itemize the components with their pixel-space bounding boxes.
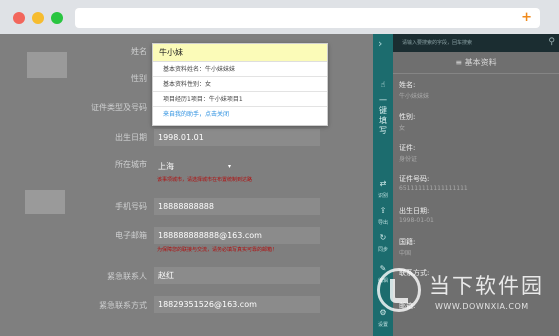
field-label-emergency-contact: 紧急联系人 (107, 272, 147, 281)
pin-icon[interactable]: ⚲ (548, 37, 555, 47)
watermark-url: WWW.DOWNXIA.COM (435, 302, 529, 311)
autofill-option[interactable]: 项目经历1项目：牛小妹项目1 (153, 92, 327, 107)
autofill-selected-value[interactable]: 牛小妹 (153, 44, 327, 62)
city-select[interactable]: 上海 ▾ (154, 158, 240, 175)
side-field-value[interactable]: 1998-01-01 (399, 217, 434, 224)
email-input[interactable]: 188888888888@163.com (154, 227, 320, 244)
watermark-logo-mark (390, 279, 408, 303)
field-label-name: 姓名 (131, 47, 147, 56)
field-label-emergency-phone: 紧急联系方式 (99, 301, 147, 310)
hand-icon[interactable]: ☝ (376, 78, 390, 92)
sync-icon[interactable]: ↻ (376, 231, 390, 245)
side-field-value[interactable]: 女 (399, 123, 405, 132)
autofill-close-link[interactable]: 来自我的助手，点击关闭 (153, 107, 327, 122)
page-logo (27, 52, 67, 78)
maximize-window-button[interactable] (51, 12, 63, 24)
chevron-down-icon: ▾ (228, 163, 232, 170)
city-select-value: 上海 (158, 162, 174, 171)
browser-chrome: + (0, 0, 559, 34)
autofill-option[interactable]: 基本资料姓名：牛小妹妹妹 (153, 62, 327, 77)
field-label-email: 电子邮箱 (115, 231, 147, 240)
autofill-popup: 牛小妹 基本资料姓名：牛小妹妹妹 基本资料性别：女 项目经历1项目：牛小妹项目1… (152, 43, 328, 126)
export-label: 导出 (377, 220, 388, 226)
email-hint: 为保障您的联接与交流，请务必填写真实可靠的邮箱！ (157, 247, 278, 253)
watermark-logo-icon (377, 268, 421, 312)
side-field-label: 性别: (399, 113, 416, 121)
emergency-contact-input[interactable]: 赵红 (154, 267, 320, 284)
recognize-label: 识别 (377, 193, 388, 199)
screenshot-frame: + 姓名 性别 证件类型及号码 出生日期 1998.01.01 所在城市 上海 … (0, 0, 559, 336)
one-click-fill-button[interactable]: 一键填写 (377, 96, 389, 136)
export-icon[interactable]: ⇪ (376, 204, 390, 218)
side-field-value[interactable]: 牛小妹妹妹 (399, 91, 429, 100)
side-field-label: 姓名: (399, 81, 416, 89)
address-bar[interactable]: + (75, 8, 540, 28)
minimize-window-button[interactable] (32, 12, 44, 24)
city-hint: 该事项城市，请选择城市在布置统制到达路 (157, 177, 253, 183)
sidebar-search-bar[interactable]: 请输入要搜索的字段，回车搜索 ⚲ (393, 34, 559, 52)
side-field-label: 证件: (399, 144, 416, 152)
sync-label: 同步 (377, 247, 388, 253)
section-title: ≡ 基本资料 (393, 52, 559, 74)
side-field-label: 国籍: (399, 238, 416, 246)
swap-icon[interactable]: ⇄ (376, 177, 390, 191)
field-label-city: 所在城市 (115, 160, 147, 169)
field-label-birthdate: 出生日期 (115, 133, 147, 142)
field-label-gender: 性别 (131, 74, 147, 83)
page-side-block (25, 190, 65, 214)
new-tab-button[interactable]: + (521, 9, 532, 26)
side-field-label: 出生日期: (399, 207, 430, 215)
side-field-value[interactable]: 中国 (399, 248, 411, 257)
side-field-label: 证件号码: (399, 175, 430, 183)
field-label-phone: 手机号码 (115, 202, 147, 211)
watermark: 当下软件园 WWW.DOWNXIA.COM (377, 268, 553, 328)
phone-input[interactable]: 18888888888 (154, 198, 320, 215)
side-field-value[interactable]: 身份证 (399, 154, 417, 163)
close-window-button[interactable] (13, 12, 25, 24)
watermark-name: 当下软件园 (429, 274, 544, 298)
emergency-phone-input[interactable]: 18829351526@163.com (154, 296, 320, 313)
birthdate-input[interactable]: 1998.01.01 (154, 129, 320, 146)
sidebar-search-input[interactable]: 请输入要搜索的字段，回车搜索 (402, 39, 472, 46)
side-field-value[interactable]: 651111111111111111 (399, 185, 468, 192)
autofill-option[interactable]: 基本资料性别：女 (153, 77, 327, 92)
field-label-id: 证件类型及号码 (91, 103, 147, 112)
collapse-icon[interactable]: › (378, 37, 382, 50)
